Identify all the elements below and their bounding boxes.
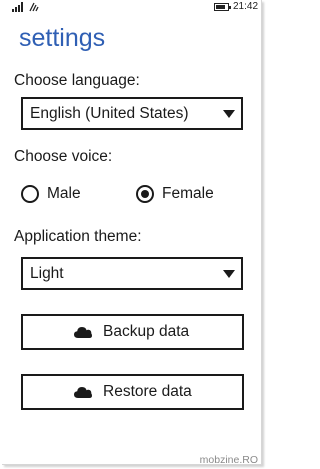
status-time: 21:42 <box>233 1 259 12</box>
battery-icon <box>214 3 231 11</box>
radio-selected-dot <box>141 190 149 198</box>
language-selected-value: English (United States) <box>30 105 189 122</box>
voice-label: Choose voice: <box>14 148 113 165</box>
cloud-icon <box>74 387 92 398</box>
language-dropdown[interactable]: English (United States) <box>21 97 243 130</box>
chevron-down-icon <box>223 110 235 118</box>
theme-label: Application theme: <box>14 228 142 245</box>
phone-screen: 21:42 settings Choose language: English … <box>2 0 262 465</box>
cloud-icon <box>74 327 92 338</box>
signal-icon <box>12 2 23 12</box>
restore-button-label: Restore data <box>103 383 192 400</box>
backup-button-label: Backup data <box>103 323 190 340</box>
radio-circle <box>136 185 154 203</box>
voice-option-label: Female <box>162 185 214 202</box>
wifi-icon <box>29 2 39 12</box>
language-label: Choose language: <box>14 72 140 89</box>
voice-option-label: Male <box>47 185 81 202</box>
theme-selected-value: Light <box>30 265 64 282</box>
watermark: mobzine.RO <box>199 454 258 466</box>
chevron-down-icon <box>223 270 235 278</box>
page-title: settings <box>19 24 106 52</box>
restore-data-button[interactable]: Restore data <box>21 374 244 410</box>
theme-dropdown[interactable]: Light <box>21 257 243 290</box>
radio-circle <box>21 185 39 203</box>
status-bar: 21:42 <box>2 0 262 14</box>
backup-data-button[interactable]: Backup data <box>21 314 244 350</box>
